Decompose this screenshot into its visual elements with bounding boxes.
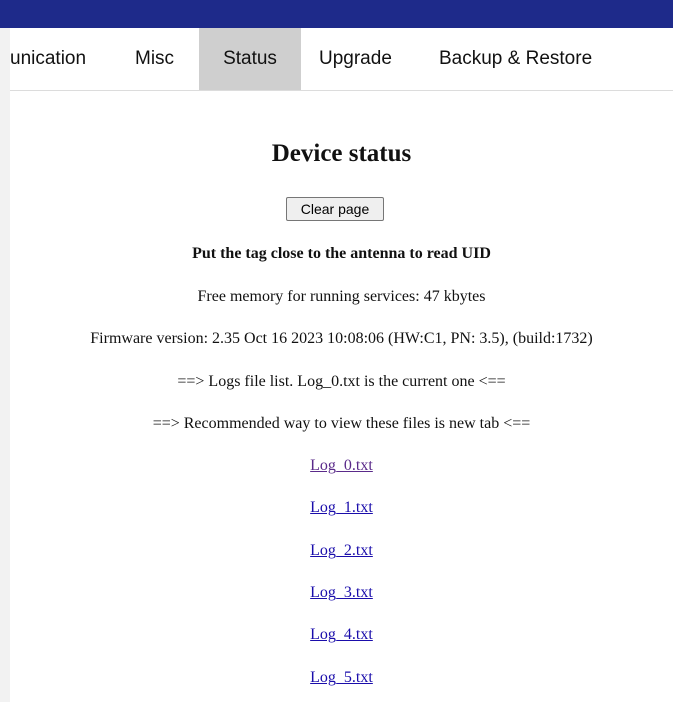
firmware-version-text: Firmware version: 2.35 Oct 16 2023 10:08…	[90, 330, 593, 347]
log-file-link-0[interactable]: Log_0.txt	[310, 457, 373, 474]
free-memory-text: Free memory for running services: 47 kby…	[197, 288, 486, 305]
main-panel: unication Misc Status Upgrade Backup & R…	[10, 28, 673, 702]
tab-misc[interactable]: Misc	[121, 28, 188, 90]
page: unication Misc Status Upgrade Backup & R…	[0, 0, 673, 702]
log-file-link-4[interactable]: Log_4.txt	[310, 626, 373, 643]
uid-prompt: Put the tag close to the antenna to read…	[192, 245, 491, 262]
page-title: Device status	[271, 140, 412, 167]
clear-page-button[interactable]: Clear page	[286, 197, 384, 221]
tab-upgrade[interactable]: Upgrade	[305, 28, 406, 90]
log-file-link-2[interactable]: Log_2.txt	[310, 542, 373, 559]
log-file-link-1[interactable]: Log_1.txt	[310, 499, 373, 516]
log-file-item: Log_0.txt	[10, 455, 673, 477]
tab-status[interactable]: Status	[199, 28, 301, 90]
tab-communication[interactable]: unication	[6, 28, 94, 90]
log-file-item: Log_4.txt	[10, 624, 673, 646]
log-file-link-5[interactable]: Log_5.txt	[310, 669, 373, 686]
logs-note: ==> Logs file list. Log_0.txt is the cur…	[177, 373, 506, 390]
header-bar	[0, 0, 673, 28]
log-file-link-3[interactable]: Log_3.txt	[310, 584, 373, 601]
log-file-item: Log_2.txt	[10, 540, 673, 562]
tab-bar: unication Misc Status Upgrade Backup & R…	[10, 28, 673, 91]
log-file-item: Log_5.txt	[10, 667, 673, 689]
log-file-item: Log_1.txt	[10, 497, 673, 519]
view-note: ==> Recommended way to view these files …	[152, 415, 531, 432]
tab-backup-restore[interactable]: Backup & Restore	[425, 28, 606, 90]
log-file-item: Log_3.txt	[10, 582, 673, 604]
